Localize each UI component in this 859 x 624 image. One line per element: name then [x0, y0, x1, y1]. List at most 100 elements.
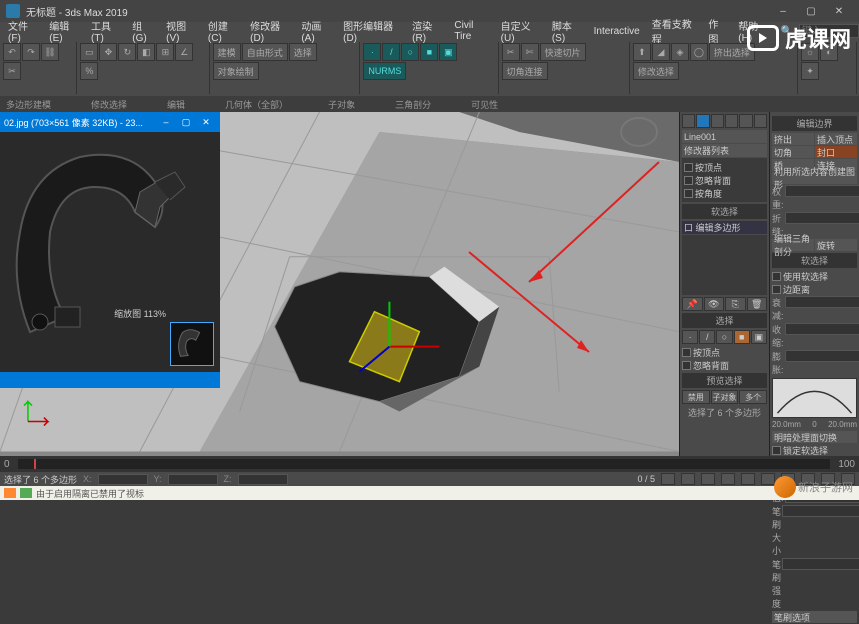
z-coord-input[interactable]: [238, 474, 288, 485]
ref-thumbnail[interactable]: [170, 322, 214, 366]
menu-anim[interactable]: 动画(A): [297, 18, 335, 44]
lock-soft-check[interactable]: 锁定软选择: [772, 444, 857, 456]
rotate-button[interactable]: ↻: [118, 43, 136, 61]
sel-angle-check[interactable]: 按角度: [684, 187, 765, 199]
modifier-list[interactable]: 修改器列表: [682, 144, 767, 157]
chamfer-btn[interactable]: 切角: [772, 146, 814, 158]
play-prev-button[interactable]: [681, 473, 695, 485]
cap-btn[interactable]: 封口: [815, 146, 857, 158]
bubble-input[interactable]: [785, 350, 859, 362]
menu-civil[interactable]: Civil Tire: [450, 20, 492, 42]
menu-script[interactable]: 脚本(S): [548, 18, 586, 44]
play-button[interactable]: [701, 473, 715, 485]
pin-stack-button[interactable]: 📌: [682, 297, 703, 311]
sel-vertex-check[interactable]: 按顶点: [684, 161, 765, 173]
subobj-border[interactable]: ○: [716, 330, 732, 344]
ref-image-body[interactable]: 缩放图 113%: [0, 132, 220, 372]
hierarchy-tab[interactable]: [711, 114, 724, 128]
bevel-label[interactable]: 修改选择: [633, 62, 679, 80]
percent-snap-button[interactable]: %: [80, 62, 98, 80]
subobj-poly[interactable]: ■: [734, 330, 750, 344]
brush-strength-input[interactable]: [782, 558, 859, 570]
unlink-button[interactable]: ✂: [3, 62, 21, 80]
menu-create[interactable]: 创建(C): [204, 18, 242, 44]
show-result-button[interactable]: 👁: [704, 297, 725, 311]
modifier-stack[interactable]: [682, 235, 767, 295]
viewport-perspective[interactable]: [+] [透视] [标准] [默认明暗]: [0, 112, 679, 456]
element-mode-button[interactable]: ▣: [439, 43, 457, 61]
y-coord-input[interactable]: [168, 474, 218, 485]
nurms-button[interactable]: NURMS: [363, 62, 406, 80]
subbar-d[interactable]: 几何体（全部）: [225, 98, 288, 111]
edit-tri-btn[interactable]: 编辑三角剖分: [772, 239, 814, 251]
convert-label[interactable]: 切角连接: [502, 62, 548, 80]
menu-group[interactable]: 组(G): [128, 18, 158, 44]
falloff-input[interactable]: [785, 296, 859, 308]
key-mode-button[interactable]: [761, 473, 775, 485]
modeling-tab[interactable]: 建模: [213, 43, 241, 61]
script-icon[interactable]: [4, 488, 16, 498]
undo-button[interactable]: ↶: [3, 43, 21, 61]
edge-mode-button[interactable]: /: [382, 43, 400, 61]
ref-max-button[interactable]: ▢: [176, 117, 196, 128]
ref-close-button[interactable]: ✕: [196, 117, 216, 128]
preview-multi[interactable]: 多个: [739, 390, 767, 404]
close-button[interactable]: ✕: [825, 2, 853, 20]
shade-toggle[interactable]: 明暗处理面切换: [772, 431, 857, 443]
minimize-button[interactable]: –: [769, 2, 797, 20]
edge-dist-check[interactable]: 边距离: [772, 283, 857, 295]
menu-modifier[interactable]: 修改器(D): [246, 18, 293, 44]
subbar-e[interactable]: 子对象: [328, 98, 355, 111]
freeform-tab[interactable]: 自由形式: [242, 43, 288, 61]
select-tab[interactable]: 选择: [289, 43, 317, 61]
insert-vertex-btn[interactable]: 插入顶点: [815, 133, 857, 145]
subobj-element[interactable]: ▣: [751, 330, 767, 344]
vertex-mode-button[interactable]: ·: [363, 43, 381, 61]
quickslice-button[interactable]: ✂: [502, 43, 520, 61]
menu-help[interactable]: 帮助(H): [734, 18, 772, 44]
maxscript-icon[interactable]: [20, 488, 32, 498]
remove-mod-button[interactable]: 🗑: [747, 297, 768, 311]
render-button[interactable]: ☼: [801, 43, 819, 61]
subbar-a[interactable]: 多边形建模: [6, 98, 51, 111]
scale-button[interactable]: ◧: [137, 43, 155, 61]
extrude-btn[interactable]: 挤出: [772, 133, 814, 145]
redo-button[interactable]: ↷: [22, 43, 40, 61]
soft-sel-header[interactable]: 软选择: [682, 204, 767, 219]
rotate-btn[interactable]: 旋转: [815, 239, 857, 251]
unique-button[interactable]: ⎘: [725, 297, 746, 311]
subbar-g[interactable]: 可见性: [471, 98, 498, 111]
subobj-edge[interactable]: /: [699, 330, 715, 344]
weight-input[interactable]: [785, 185, 859, 197]
display-tab[interactable]: [739, 114, 752, 128]
edit-border-header[interactable]: 编辑边界: [772, 116, 857, 131]
pinch-input[interactable]: [785, 323, 859, 335]
crease-input[interactable]: [785, 212, 859, 224]
ignore-back-check[interactable]: 忽略背面: [682, 359, 767, 371]
utility-tab[interactable]: [754, 114, 767, 128]
extrude-label[interactable]: 挤出选择: [709, 43, 755, 61]
sel-back-check[interactable]: 忽略背面: [684, 174, 765, 186]
quick-label[interactable]: 快速切片: [540, 43, 586, 61]
ref-min-button[interactable]: –: [156, 117, 176, 127]
brush-size-input[interactable]: [782, 505, 859, 517]
preview-sub[interactable]: 子对象: [711, 390, 739, 404]
bevel-button[interactable]: ◢: [652, 43, 670, 61]
object-name-field[interactable]: Line001: [682, 130, 767, 143]
brush-options-btn[interactable]: 笔刷选项: [772, 611, 857, 623]
snap-button[interactable]: ⊞: [156, 43, 174, 61]
create-tab[interactable]: [682, 114, 695, 128]
ref-title-bar[interactable]: 02.jpg (703×561 像素 32KB) - 23... – ▢ ✕: [0, 112, 220, 132]
timeline[interactable]: 0 100: [0, 456, 859, 472]
extrude-button[interactable]: ⬆: [633, 43, 651, 61]
subbar-b[interactable]: 修改选择: [91, 98, 127, 111]
angle-snap-button[interactable]: ∠: [175, 43, 193, 61]
preview-off[interactable]: 禁用: [682, 390, 710, 404]
outline-button[interactable]: ◯: [690, 43, 708, 61]
menu-view[interactable]: 视图(V): [162, 18, 200, 44]
menu-edit[interactable]: 编辑(E): [45, 18, 83, 44]
selection-header[interactable]: 选择: [682, 313, 767, 328]
menu-interactive[interactable]: Interactive: [590, 26, 644, 37]
light-button[interactable]: ✦: [801, 62, 819, 80]
edit-poly-header[interactable]: 口 编辑多边形: [682, 221, 767, 234]
